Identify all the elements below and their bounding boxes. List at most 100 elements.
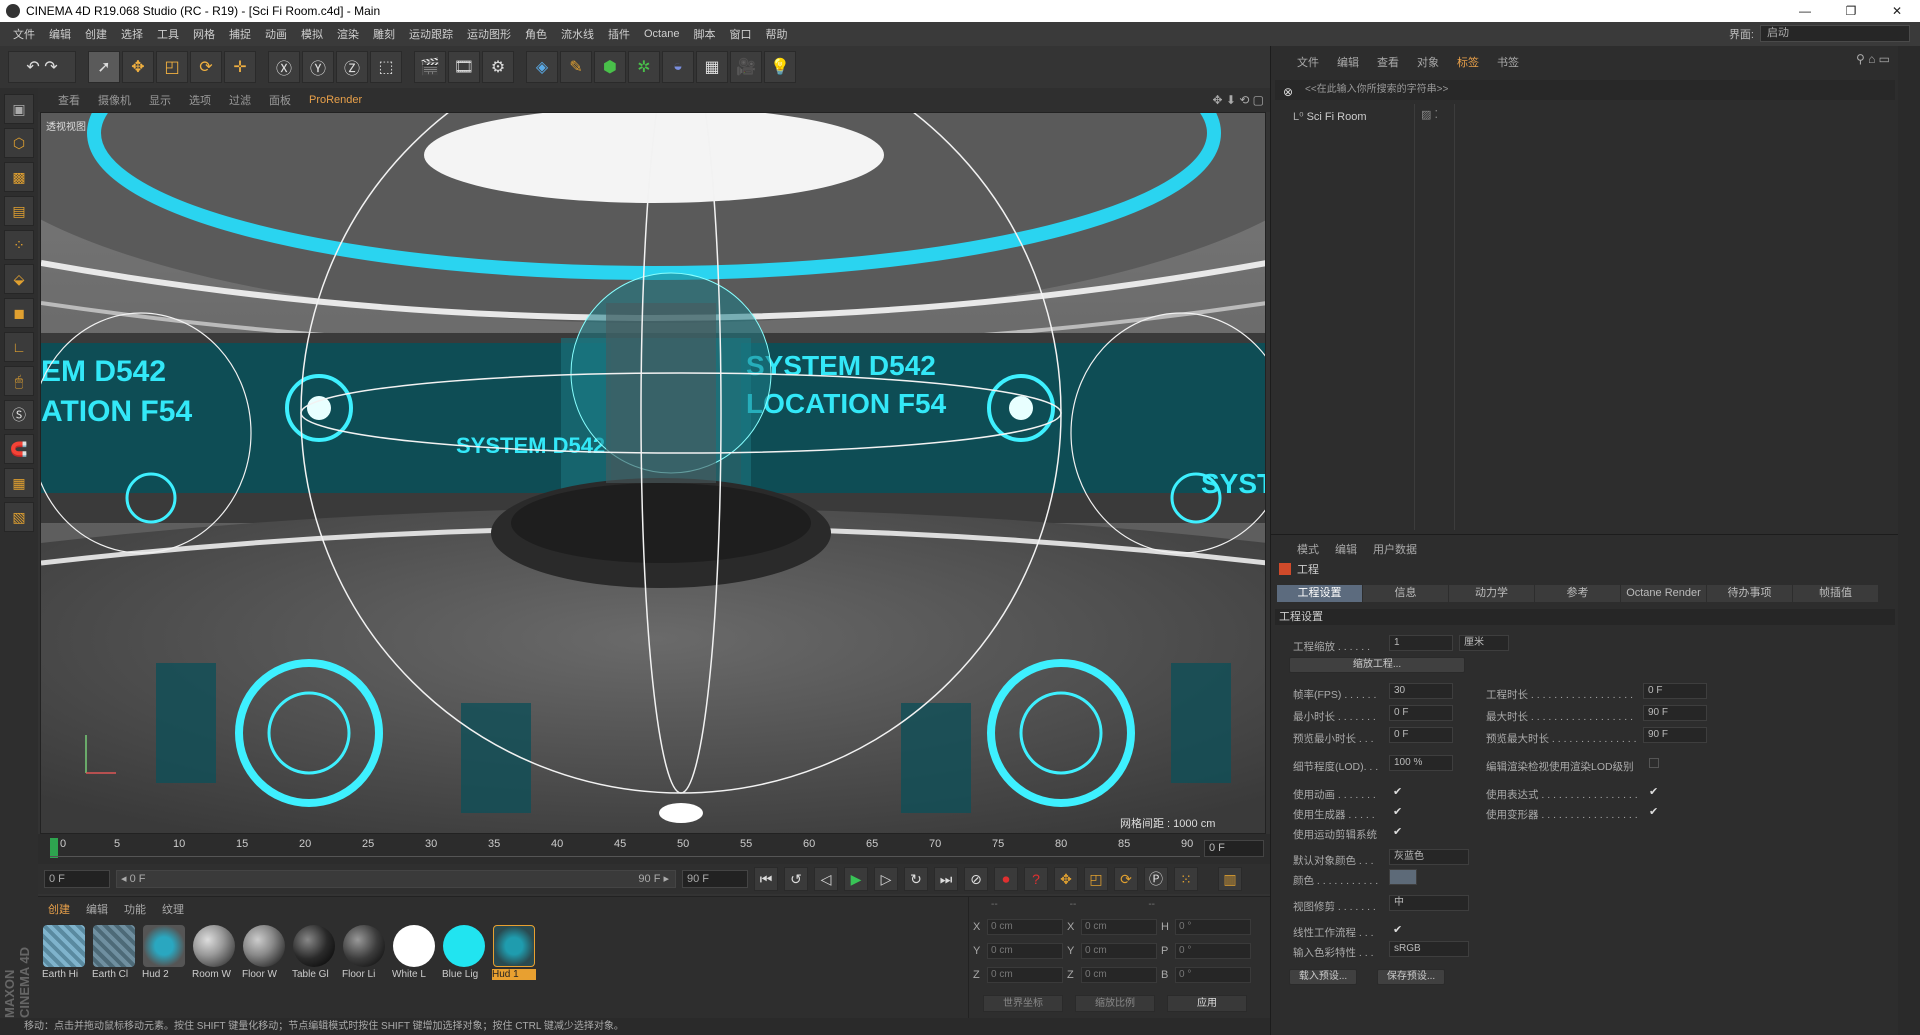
- scale-icon[interactable]: ◰: [156, 51, 188, 83]
- lod-field[interactable]: 100 %: [1389, 755, 1453, 771]
- menu-tools[interactable]: 工具: [150, 26, 186, 42]
- z-axis-icon[interactable]: Ⓩ: [336, 51, 368, 83]
- menu-edit[interactable]: 编辑: [42, 26, 78, 42]
- menu-simulate[interactable]: 模拟: [294, 26, 330, 42]
- render-view-icon[interactable]: 🎬: [414, 51, 446, 83]
- start-frame-field[interactable]: 0 F: [44, 870, 110, 888]
- use-animation-checkbox[interactable]: ✔: [1393, 787, 1403, 798]
- key-rotation-icon[interactable]: ⟳: [1114, 867, 1138, 891]
- snap-icon[interactable]: 🧲: [4, 434, 34, 464]
- previous-frame-icon[interactable]: ◁: [814, 867, 838, 891]
- tab-dynamics[interactable]: 动力学: [1449, 585, 1534, 602]
- menu-animate[interactable]: 动画: [258, 26, 294, 42]
- material-menu-create[interactable]: 创建: [48, 901, 70, 917]
- close-button[interactable]: ✕: [1874, 0, 1920, 22]
- project-time-field[interactable]: 0 F: [1643, 683, 1707, 699]
- material-menu-function[interactable]: 功能: [124, 901, 146, 917]
- workplane-grid-icon[interactable]: ▦: [4, 468, 34, 498]
- menu-snap[interactable]: 捕捉: [222, 26, 258, 42]
- material-item[interactable]: White L: [392, 925, 436, 980]
- make-editable-icon[interactable]: ▣: [4, 94, 34, 124]
- viewport-navigation-icons[interactable]: ✥ ⬇ ⟲ ▢: [1212, 93, 1264, 107]
- polygons-mode-icon[interactable]: ◼: [4, 298, 34, 328]
- menu-script[interactable]: 脚本: [686, 26, 722, 42]
- key-scale-icon[interactable]: ◰: [1084, 867, 1108, 891]
- tweak-mode-icon[interactable]: 🖱: [4, 366, 34, 396]
- menu-create[interactable]: 创建: [78, 26, 114, 42]
- world-coords-dropdown[interactable]: 世界坐标: [983, 995, 1063, 1012]
- timeline[interactable]: 0 5 10 15 20 25 30 35 40 45 50 55 60 65 …: [38, 834, 1270, 864]
- rotation-b-field[interactable]: 0 °: [1175, 967, 1251, 983]
- array-icon[interactable]: ✲: [628, 51, 660, 83]
- menu-pipeline[interactable]: 流水线: [554, 26, 601, 42]
- viewport-menu-options[interactable]: 选项: [189, 92, 211, 108]
- right-tab-strip[interactable]: [1898, 46, 1920, 1035]
- menu-plugins[interactable]: 插件: [601, 26, 637, 42]
- material-item[interactable]: Floor W: [242, 925, 286, 980]
- current-frame-field[interactable]: 0 F: [1204, 840, 1264, 857]
- axis-mode-icon[interactable]: ∟: [4, 332, 34, 362]
- go-to-start-icon[interactable]: ⏮: [754, 867, 778, 891]
- tab-reference[interactable]: 参考: [1535, 585, 1620, 602]
- tab-octane-render[interactable]: Octane Render: [1621, 585, 1706, 602]
- min-time-field[interactable]: 0 F: [1389, 705, 1453, 721]
- material-item[interactable]: Blue Lig: [442, 925, 486, 980]
- menu-window[interactable]: 窗口: [722, 26, 758, 42]
- preview-max-field[interactable]: 90 F: [1643, 727, 1707, 743]
- autokey-icon[interactable]: ⏺: [994, 867, 1018, 891]
- go-to-end-icon[interactable]: ⏭: [934, 867, 958, 891]
- tab-todo[interactable]: 待办事项: [1707, 585, 1792, 602]
- attr-menu-user-data[interactable]: 用户数据: [1373, 541, 1417, 557]
- next-key-icon[interactable]: ↻: [904, 867, 928, 891]
- use-generators-checkbox[interactable]: ✔: [1393, 807, 1403, 818]
- default-color-dropdown[interactable]: 灰蓝色: [1389, 849, 1469, 865]
- apply-button[interactable]: 应用: [1167, 995, 1247, 1012]
- material-item[interactable]: Table Gl: [292, 925, 336, 980]
- minimize-button[interactable]: —: [1782, 0, 1828, 22]
- undo-redo-icon[interactable]: ↶ ↷: [8, 51, 76, 83]
- project-scale-field[interactable]: 1: [1389, 635, 1453, 651]
- obj-menu-file[interactable]: 文件: [1297, 54, 1319, 70]
- tab-interpolation[interactable]: 帧插值: [1793, 585, 1878, 602]
- material-item[interactable]: Earth Cl: [92, 925, 136, 980]
- coordinate-system-icon[interactable]: ⬚: [370, 51, 402, 83]
- size-y-field[interactable]: 0 cm: [1081, 943, 1157, 959]
- color-swatch[interactable]: [1389, 869, 1417, 885]
- load-preset-button[interactable]: 载入预设...: [1289, 969, 1357, 985]
- menu-octane[interactable]: Octane: [637, 28, 686, 40]
- material-item[interactable]: Room W: [192, 925, 236, 980]
- obj-menu-objects[interactable]: 对象: [1417, 54, 1439, 70]
- use-motion-system-checkbox[interactable]: ✔: [1393, 827, 1403, 838]
- menu-character[interactable]: 角色: [518, 26, 554, 42]
- menu-help[interactable]: 帮助: [758, 26, 794, 42]
- record-keys-icon[interactable]: ⊘: [964, 867, 988, 891]
- end-frame-field[interactable]: 90 F: [682, 870, 748, 888]
- timeline-layout-icon[interactable]: ▥: [1218, 867, 1242, 891]
- workplane-icon[interactable]: ▤: [4, 196, 34, 226]
- object-search-input[interactable]: ⊗ <<在此输入你所搜索的字符串>>: [1275, 80, 1895, 100]
- menu-mesh[interactable]: 网格: [186, 26, 222, 42]
- material-item-selected[interactable]: Hud 1: [492, 925, 536, 980]
- solo-icon[interactable]: Ⓢ: [4, 400, 34, 430]
- obj-menu-edit[interactable]: 编辑: [1337, 54, 1359, 70]
- view-clipping-dropdown[interactable]: 中: [1389, 895, 1469, 911]
- use-deformers-checkbox[interactable]: ✔: [1649, 807, 1659, 818]
- tab-project-settings[interactable]: 工程设置: [1277, 585, 1362, 602]
- attr-menu-mode[interactable]: 模式: [1297, 541, 1319, 557]
- render-lod-checkbox[interactable]: [1649, 758, 1659, 768]
- rotate-icon[interactable]: ⟳: [190, 51, 222, 83]
- material-menu-edit[interactable]: 编辑: [86, 901, 108, 917]
- points-mode-icon[interactable]: ⁘: [4, 230, 34, 260]
- position-y-field[interactable]: 0 cm: [987, 943, 1063, 959]
- tab-info[interactable]: 信息: [1363, 585, 1448, 602]
- scale-unit-dropdown[interactable]: 厘米: [1459, 635, 1509, 651]
- obj-menu-view[interactable]: 查看: [1377, 54, 1399, 70]
- viewport-menu-filter[interactable]: 过滤: [229, 92, 251, 108]
- lock-workplane-icon[interactable]: ▧: [4, 502, 34, 532]
- viewport-menu-prorender[interactable]: ProRender: [309, 94, 362, 106]
- material-menu-texture[interactable]: 纹理: [162, 901, 184, 917]
- edges-mode-icon[interactable]: ⬙: [4, 264, 34, 294]
- light-icon[interactable]: 💡: [764, 51, 796, 83]
- next-frame-icon[interactable]: ▷: [874, 867, 898, 891]
- texture-mode-icon[interactable]: ▩: [4, 162, 34, 192]
